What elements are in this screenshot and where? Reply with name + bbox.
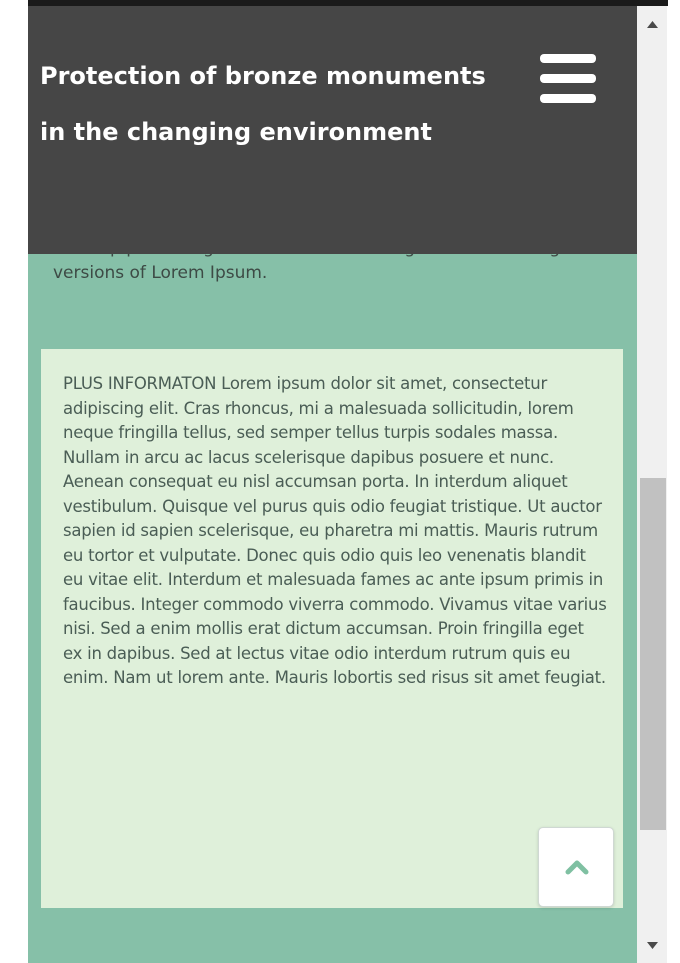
scroll-to-top-button[interactable]	[538, 827, 614, 907]
vertical-scrollbar[interactable]	[637, 6, 667, 963]
hamburger-menu-icon	[540, 54, 596, 63]
hamburger-menu-icon-middle-bar	[540, 74, 596, 83]
chevron-up-icon	[565, 860, 589, 875]
plus-information-box: PLUS INFORMATON Lorem ipsum dolor sit am…	[41, 349, 623, 908]
menu-button[interactable]	[540, 54, 596, 104]
page-viewport: desktop publishing software like Aldus P…	[28, 6, 637, 963]
hamburger-menu-icon-bottom-bar	[540, 94, 596, 103]
scroll-up-arrow-icon	[647, 21, 658, 28]
page-title: Protection of bronze monuments in the ch…	[40, 62, 486, 146]
scrollbar-thumb[interactable]	[640, 478, 666, 830]
site-header: Protection of bronze monuments in the ch…	[28, 6, 637, 254]
scroll-down-arrow-icon	[647, 942, 658, 949]
scroll-up-button[interactable]	[637, 12, 667, 42]
scroll-down-button[interactable]	[637, 928, 667, 958]
plus-information-text: PLUS INFORMATON Lorem ipsum dolor sit am…	[63, 374, 607, 687]
